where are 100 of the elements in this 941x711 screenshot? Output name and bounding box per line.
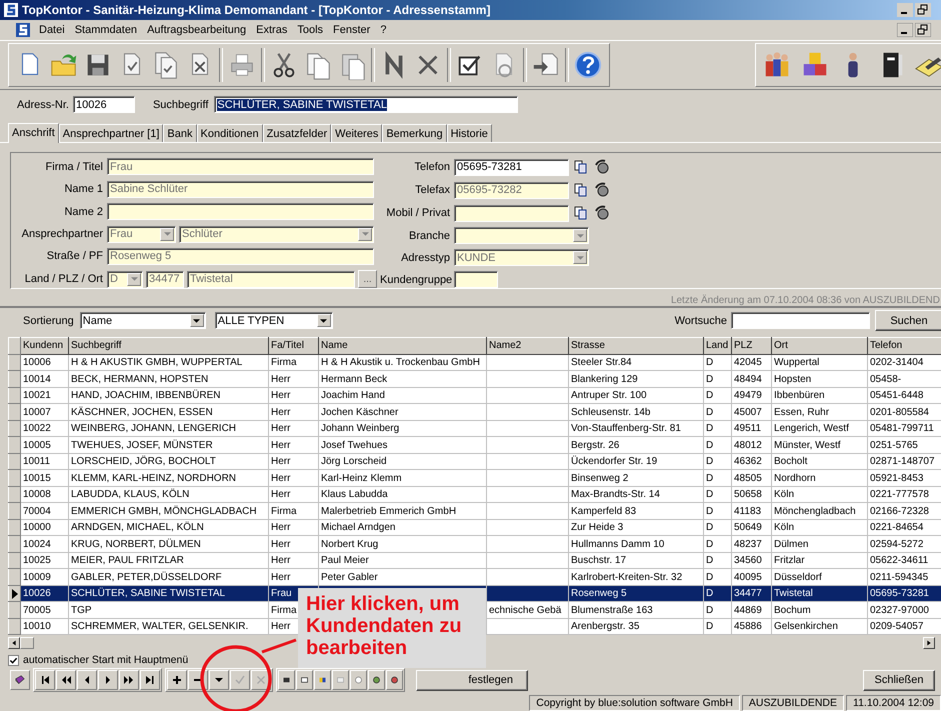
fast-forward-icon[interactable] [119, 670, 139, 690]
toolbar-icon[interactable] [314, 670, 331, 690]
table-cell: Herr [268, 486, 318, 503]
minimize-icon[interactable] [897, 2, 913, 17]
table-cell: 0211-594345 [868, 568, 941, 586]
last-icon[interactable] [140, 670, 160, 690]
table-cell: Klaus Labudda [318, 486, 486, 503]
column-header[interactable]: Fa/Titel [268, 337, 318, 354]
menu-item[interactable]: Extras [251, 24, 292, 36]
menu-item[interactable]: Datei [34, 24, 70, 36]
menu-item[interactable]: Fenster [328, 24, 376, 36]
address-number-field[interactable]: 10026 [72, 96, 135, 114]
close-button[interactable]: Schließen [863, 670, 935, 691]
dropdown-arrow-icon[interactable] [193, 318, 200, 323]
table-cell: 48505 [732, 470, 772, 486]
search-term-field[interactable]: SCHLÜTER, SABINE TWISTETAL [214, 96, 518, 114]
field-label: Telefax [414, 184, 450, 196]
tab[interactable]: Konditionen [196, 124, 263, 142]
checkmark-icon[interactable] [230, 670, 250, 690]
table-cell: Herr [268, 420, 318, 437]
table-cell: 50658 [732, 486, 772, 503]
word-search-field[interactable] [731, 312, 870, 330]
minimize-icon[interactable] [897, 23, 913, 38]
table-cell: 02871-148707 [868, 453, 941, 470]
toolbar-icon[interactable] [296, 670, 313, 690]
sort-combo[interactable]: Name [80, 312, 206, 330]
menu-item[interactable]: Tools [292, 24, 328, 36]
back-icon[interactable] [77, 670, 97, 690]
column-header[interactable]: Land [704, 337, 732, 354]
app-icon[interactable] [16, 23, 30, 38]
last-change-text: Letzte Änderung am 07.10.2004 08:36 von AUSZUBILDEND [670, 295, 940, 306]
column-header[interactable]: Strasse [568, 337, 704, 354]
table-cell: H & H AKUSTIK GMBH, WUPPERTAL [68, 354, 268, 371]
first-icon[interactable] [35, 670, 55, 690]
table-cell: Michael Arndgen [318, 519, 486, 536]
table-cell: D [704, 568, 732, 586]
tab[interactable]: Anschrift [8, 123, 59, 144]
table-cell: 0251-5765 [868, 436, 941, 454]
table-cell: 49479 [732, 387, 772, 404]
scrollbar-thumb[interactable] [20, 637, 34, 650]
tab[interactable]: Historie [446, 124, 492, 142]
field-label: Kundengruppe [380, 274, 450, 286]
restore-icon[interactable] [915, 23, 931, 38]
table-cell: Lengerich, Westf [772, 420, 868, 437]
column-header[interactable]: PLZ [732, 337, 772, 354]
table-cell: Herr [268, 519, 318, 536]
field-label: Name 2 [63, 206, 103, 218]
scroll-left-icon[interactable] [8, 637, 20, 650]
table-cell: TGP [68, 602, 268, 618]
tab[interactable]: Bemerkung [382, 124, 447, 142]
column-header[interactable]: Name [318, 337, 486, 354]
field-label: Straße / PF [46, 250, 103, 262]
select-button[interactable]: festlegen [416, 670, 528, 691]
table-cell: Bocholt [772, 453, 868, 470]
menu-item[interactable]: ? [375, 24, 392, 36]
fast-back-icon[interactable] [56, 670, 76, 690]
input-field[interactable]: 05695-73281 [454, 158, 569, 176]
dropdown-arrow-icon[interactable] [320, 318, 328, 323]
tab[interactable]: Bank [163, 124, 196, 142]
table-cell: Hopsten [772, 370, 868, 388]
table-cell: 10005 [20, 436, 68, 454]
forward-icon[interactable] [98, 670, 118, 690]
table-cell: 45007 [732, 404, 772, 420]
browse-button[interactable]: ... [358, 270, 377, 288]
table-cell: 48237 [732, 536, 772, 552]
table-cell: 05458- [868, 370, 941, 388]
table-cell: 02594-5272 [868, 536, 941, 552]
column-header[interactable]: Ort [772, 337, 868, 354]
search-button[interactable]: Suchen [875, 310, 941, 332]
table-cell: 10006 [20, 354, 68, 371]
toolbar-icon[interactable] [278, 670, 295, 690]
scroll-right-icon[interactable] [923, 637, 935, 650]
field-label: Telefon [414, 161, 450, 174]
table-cell: Paul Meier [318, 552, 486, 569]
plus-icon[interactable] [167, 670, 187, 690]
tab[interactable]: Ansprechpartner [1] [58, 124, 164, 142]
dropdown-icon[interactable] [209, 670, 229, 690]
column-header[interactable]: Name2 [486, 337, 568, 354]
checkbox[interactable] [8, 654, 19, 666]
column-header[interactable]: Telefon [868, 337, 941, 354]
table-cell: 10011 [20, 453, 68, 470]
tab[interactable]: Zusatzfelder [262, 124, 332, 142]
table-cell: D [704, 618, 732, 635]
table-cell: 10007 [20, 404, 68, 420]
table-cell: 05622-34611 [868, 552, 941, 569]
toolbar-icon[interactable] [368, 670, 385, 690]
toolbar-icon[interactable] [386, 670, 403, 690]
menu-item[interactable]: Auftragsbearbeitung [142, 24, 252, 36]
table-cell: 49511 [732, 420, 772, 437]
table-cell: Johann Weinberg [318, 420, 486, 437]
tab[interactable]: Weiteres [331, 124, 382, 142]
table-cell: GABLER, PETER,DÜSSELDORF [68, 568, 268, 586]
table-cell: HAND, JOACHIM, IBBENBÜREN [68, 387, 268, 404]
help-icon[interactable] [573, 50, 603, 80]
menu-item[interactable]: Stammdaten [70, 24, 142, 36]
column-header[interactable]: Suchbegriff [68, 337, 268, 354]
checkbox-label: automatischer Start mit Hauptmenü [23, 654, 188, 666]
column-header[interactable]: Kundenn [20, 337, 68, 354]
type-combo[interactable]: ALLE TYPEN [214, 312, 333, 330]
restore-icon[interactable] [915, 2, 931, 17]
